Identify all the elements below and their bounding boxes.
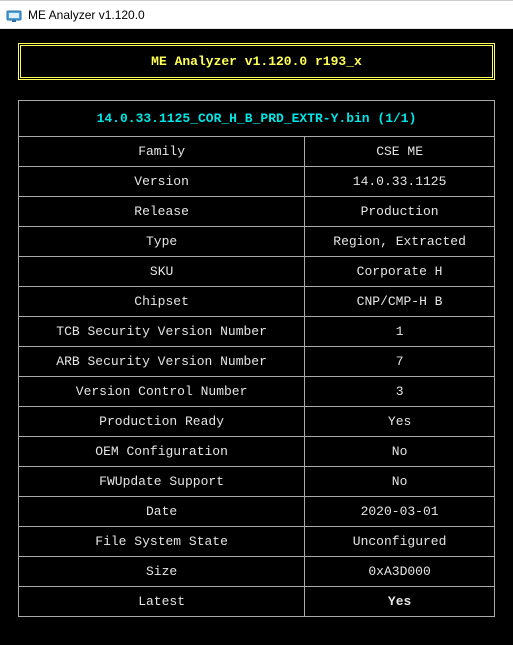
console-area: ME Analyzer v1.120.0 r193_x 14.0.33.1125… [0, 29, 513, 645]
row-value: Region, Extracted [305, 227, 495, 257]
row-label: Type [19, 227, 305, 257]
row-value: 0xA3D000 [305, 557, 495, 587]
row-label: TCB Security Version Number [19, 317, 305, 347]
report-table: 14.0.33.1125_COR_H_B_PRD_EXTR-Y.bin (1/1… [18, 100, 495, 617]
row-label: Production Ready [19, 407, 305, 437]
titlebar[interactable]: ME Analyzer v1.120.0 [0, 1, 513, 29]
row-value: No [305, 467, 495, 497]
row-value: Yes [305, 587, 495, 617]
row-value: 2020-03-01 [305, 497, 495, 527]
row-value: 1 [305, 317, 495, 347]
row-value: Corporate H [305, 257, 495, 287]
table-row: FWUpdate SupportNo [19, 467, 495, 497]
table-row: Production ReadyYes [19, 407, 495, 437]
row-label: Size [19, 557, 305, 587]
table-row: ReleaseProduction [19, 197, 495, 227]
row-value: 14.0.33.1125 [305, 167, 495, 197]
table-row: FamilyCSE ME [19, 137, 495, 167]
table-row: Date2020-03-01 [19, 497, 495, 527]
table-row: Version Control Number3 [19, 377, 495, 407]
row-label: FWUpdate Support [19, 467, 305, 497]
row-value: Unconfigured [305, 527, 495, 557]
row-value: 3 [305, 377, 495, 407]
row-value: 7 [305, 347, 495, 377]
table-row: OEM ConfigurationNo [19, 437, 495, 467]
table-row: File System StateUnconfigured [19, 527, 495, 557]
row-label: Version Control Number [19, 377, 305, 407]
row-value: Production [305, 197, 495, 227]
table-row: TCB Security Version Number1 [19, 317, 495, 347]
row-label: Latest [19, 587, 305, 617]
table-row: ARB Security Version Number7 [19, 347, 495, 377]
window-title: ME Analyzer v1.120.0 [28, 8, 145, 22]
row-label: File System State [19, 527, 305, 557]
row-label: Family [19, 137, 305, 167]
row-label: SKU [19, 257, 305, 287]
app-icon [6, 7, 22, 23]
row-label: Date [19, 497, 305, 527]
row-label: OEM Configuration [19, 437, 305, 467]
table-row: ChipsetCNP/CMP-H B [19, 287, 495, 317]
row-value: Yes [305, 407, 495, 437]
row-value: CSE ME [305, 137, 495, 167]
row-label: Version [19, 167, 305, 197]
file-header: 14.0.33.1125_COR_H_B_PRD_EXTR-Y.bin (1/1… [19, 101, 495, 137]
row-label: Chipset [19, 287, 305, 317]
table-row: LatestYes [19, 587, 495, 617]
row-value: CNP/CMP-H B [305, 287, 495, 317]
table-row: TypeRegion, Extracted [19, 227, 495, 257]
row-value: No [305, 437, 495, 467]
row-label: ARB Security Version Number [19, 347, 305, 377]
table-row: SKUCorporate H [19, 257, 495, 287]
banner: ME Analyzer v1.120.0 r193_x [18, 43, 495, 80]
row-label: Release [19, 197, 305, 227]
table-row: Size0xA3D000 [19, 557, 495, 587]
report-body: FamilyCSE MEVersion14.0.33.1125ReleasePr… [19, 137, 495, 617]
table-row: Version14.0.33.1125 [19, 167, 495, 197]
app-window: ME Analyzer v1.120.0 ME Analyzer v1.120.… [0, 0, 513, 645]
